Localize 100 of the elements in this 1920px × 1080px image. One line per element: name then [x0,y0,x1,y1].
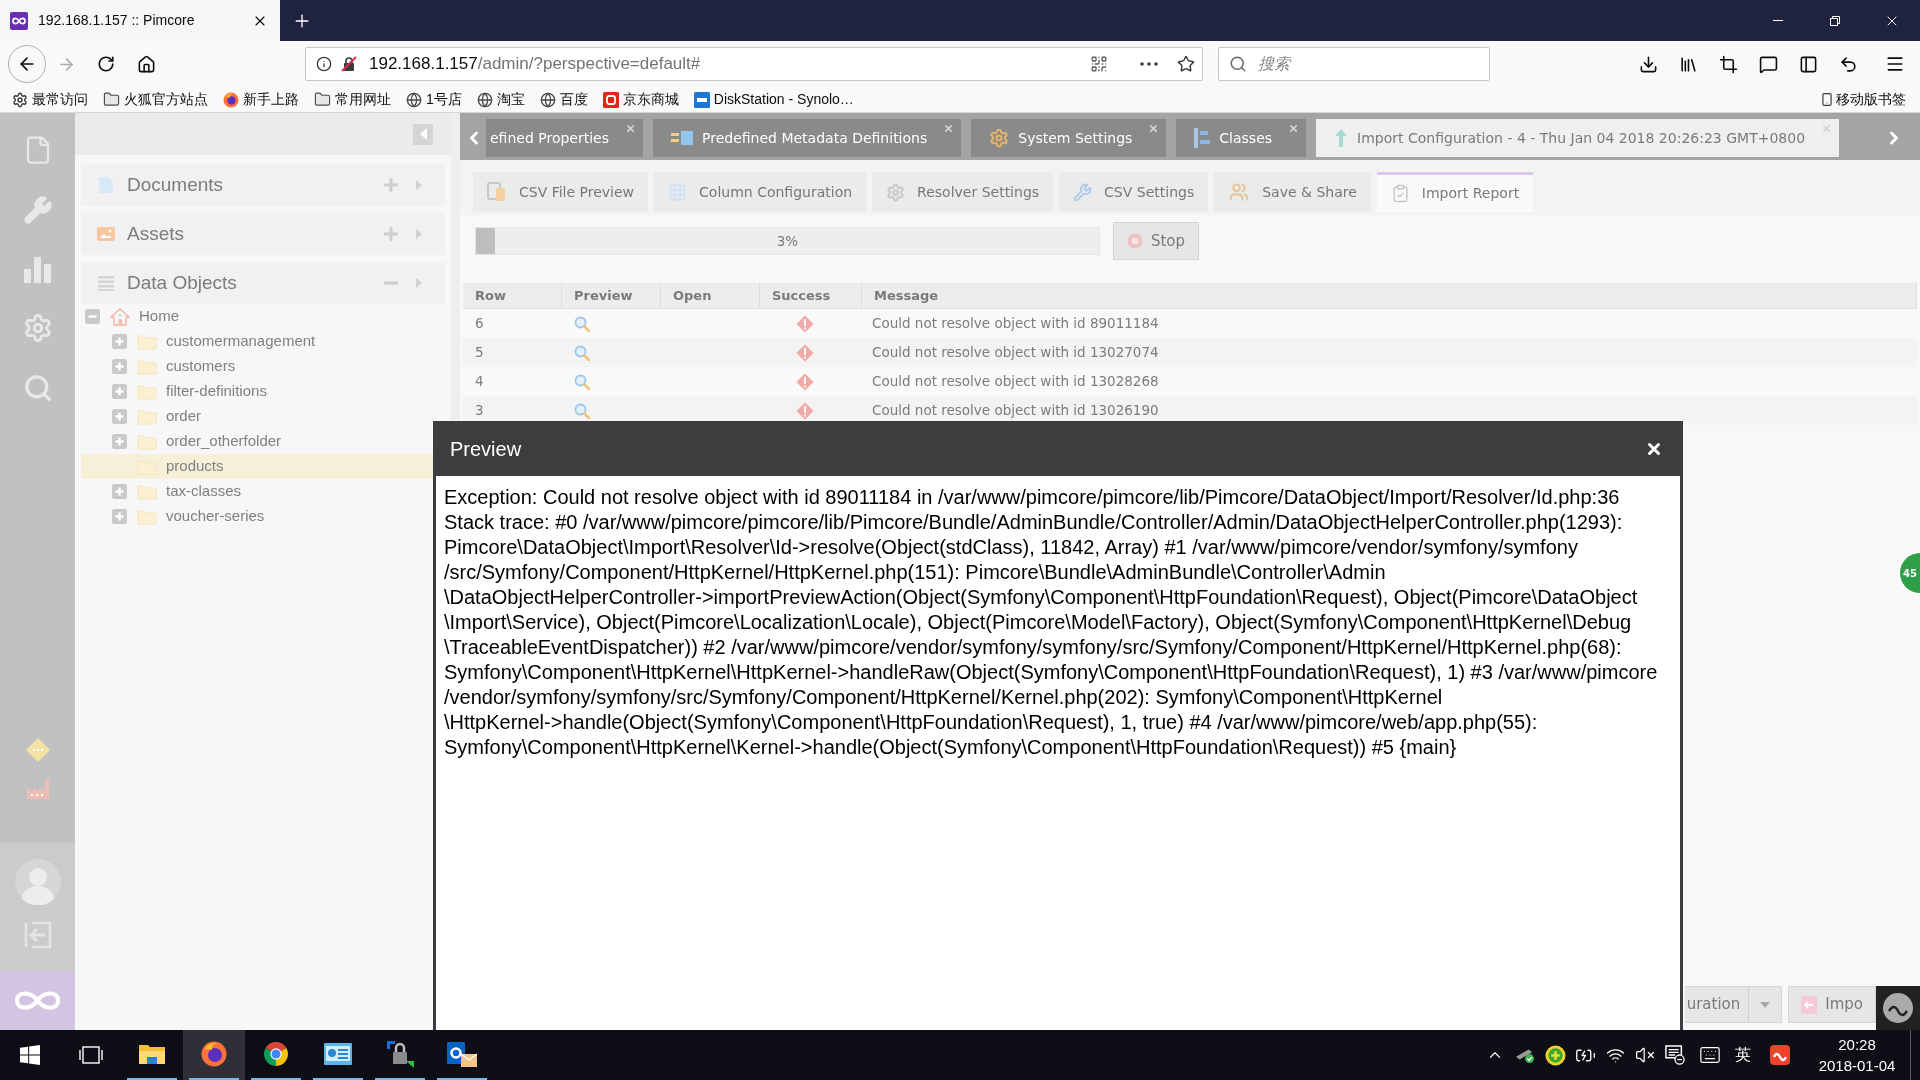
library-icon[interactable] [1678,54,1698,74]
tree-item[interactable]: order [81,404,433,429]
search-icon [1229,55,1247,73]
globe-icon [539,91,556,108]
crossed-lock-icon[interactable] [341,56,357,72]
undo-icon[interactable] [1838,54,1858,74]
tree-item[interactable]: tax-classes [81,479,433,504]
sub-tab[interactable]: Save & Share [1214,172,1371,212]
bookmark-star-icon[interactable] [1177,55,1195,73]
tree-item[interactable]: filter-definitions [81,379,433,404]
bookmark-item[interactable]: 火狐官方站点 [103,89,208,110]
crop-icon[interactable] [1718,54,1738,74]
bookmark-item[interactable]: 百度 [539,89,588,110]
sub-tab[interactable]: CSV Settings [1059,172,1209,212]
hierarchy-icon [1194,128,1211,148]
taskbar-button[interactable] [183,1030,245,1080]
tree-item[interactable]: customermanagement [81,329,433,354]
clock-time[interactable]: 20:28 [1838,1034,1876,1055]
bookmark-item[interactable]: DiskStation - Synolo… [693,89,854,110]
bookmark-item[interactable]: 京东商城 [602,89,679,110]
table-cell-text: 4 [475,372,484,392]
tag-list-icon [671,130,693,146]
stop-button[interactable]: Stop [1113,222,1199,260]
ime-mode[interactable]: 英 [1735,1043,1751,1067]
stop-icon [1126,233,1143,249]
notes-icon[interactable] [1665,1045,1685,1065]
bookmark-item[interactable]: 常用网址 [314,89,391,110]
table-cell-text: 5 [475,343,484,363]
clock-date[interactable]: 2018-01-04 [1818,1055,1896,1076]
folder-icon [137,483,157,500]
address-field[interactable]: 192.168.1.157/admin/?perspective=default# [305,47,1203,81]
import-icon [1801,995,1818,1014]
info-icon[interactable] [316,56,332,72]
folder-icon [137,458,157,475]
import-button[interactable]: Impo [1788,986,1876,1023]
minimize-icon[interactable] [1772,20,1783,21]
bookmark-item[interactable]: 淘宝 [476,89,525,110]
exception-message: Exception: Could not resolve object with id 89011184 in /var/www/pimcore/pimcore/lib/Pimcore/DataObject/Import/Resolver/Id.php:36 Stack trace: #0 /var/www/pimcore/pimcore/lib/Pimcore/Bundle/AdminBundle/Controller/Admin/DataObjectHelperController.php(1293): Pimcore\DataObject\Import\Resolver\Id->resolve(Object(stdClass), 11842, Array) #1 /var/www/pimcore/vendor/symfony/symfony /src/Symfony/Component/HttpKernel/HttpKernel.php(151): Pimcore\Bundle\AdminBundle\Controller\Admin \DataObjectHelperController->importPreviewAction(Object(Symfony\Component\HttpFoundation\Request), Object(Pimcore\DataObject \Import\Service), Object(Pimcore\Localization\Locale), Object(Pimcore\Model\Factory), Object(Symfony\Component\HttpKernel\Debug \TraceableEventDispatcher)) #2 /var/www/pimcore/vendor/symfony/symfony/src/Symfony/Component/HttpKernel/HttpKernel.php(68): Symfony\Component\HttpKernel\HttpKernel->handleRaw(Object(Symfony\Component\HttpFoundation\Request), 1) #3 /var/www/pimcore /vendor/symfony/symfony/src/Symfony/Component/HttpKernel/Kernel.php(202): Symfony\Component\HttpKernel \HttpKernel->handle(Object(Symfony\Component\HttpFoundation\Request), 1, true) #4 /var/www/pimcore/web/app.php(55): Symfony\Component\HttpKernel\Kernel->handle(Object(Symfony\Component\HttpFoundation\Request)) #5 {main} [444,485,1659,760]
folder-icon [137,508,157,525]
start-icon[interactable] [20,1045,40,1065]
mail-icon [447,1040,477,1068]
globe-icon [476,91,493,108]
download-icon[interactable] [1638,54,1658,74]
bookmark-item[interactable]: 最常访问 [12,89,88,110]
bookmark-item[interactable]: 新手上路 [223,89,299,110]
table-cell-text: Could not resolve object with id 13026190 [872,401,1159,421]
folder-icon [137,408,157,425]
table-row[interactable]: 5 Could not resolve object with id 13027074 [463,338,1917,367]
more-icon[interactable] [1140,62,1158,66]
toolbar-logo-icon[interactable] [1876,986,1920,1030]
section-title: Assets [127,221,185,246]
tree-item[interactable]: voucher-series [81,504,433,529]
split-button[interactable]: uration [1684,986,1783,1023]
tree-item[interactable]: Home [81,304,433,329]
folder-icon [137,433,157,450]
column-header[interactable]: Message [862,283,1917,308]
task-view-icon[interactable] [78,1045,103,1065]
bookmark-item[interactable]: 1号店 [406,89,462,110]
ime-logo-icon[interactable] [1770,1045,1790,1065]
house-icon [110,306,130,327]
mute-icon[interactable] [1635,1045,1655,1065]
column-header[interactable]: Preview [562,283,661,308]
tree-item[interactable]: order_otherfolder [81,429,433,454]
reload-icon[interactable] [97,55,115,73]
column-header[interactable]: Success [760,283,862,308]
editor-tab[interactable]: Predefined Metadata Definitions [653,119,962,157]
plus-circle-icon[interactable] [1544,1044,1566,1066]
tree-item[interactable]: products [81,454,433,479]
editor-tab[interactable]: efined Properties [486,119,643,157]
menu-icon[interactable] [1885,54,1905,74]
browser-logo-icon [201,1041,227,1067]
phone-icon [1820,92,1834,107]
round-logo-icon [263,1041,289,1067]
document-phone-icon [487,182,507,202]
column-header[interactable]: Row [463,283,562,308]
padlock-icon [385,1039,415,1069]
people-icon [1228,182,1251,202]
browser-tab[interactable]: 192.168.1.157 :: Pimcore [0,0,280,41]
gear-icon [989,128,1010,148]
home-icon[interactable] [136,54,156,74]
sub-tab[interactable]: Resolver Settings [872,172,1054,212]
folder-icon [138,1042,166,1066]
restore-icon[interactable] [1829,15,1840,26]
editor-tab[interactable]: Classes [1176,119,1307,157]
search-field[interactable]: 搜索 [1218,47,1490,81]
folder-icon [137,333,157,350]
chat-bubble-icon[interactable] [1758,54,1778,74]
sidebar-icon[interactable] [1798,54,1818,74]
editor-tab[interactable]: System Settings [971,119,1167,157]
column-header[interactable]: Open [661,283,760,308]
dialog-title: Preview [450,436,522,462]
tree-item[interactable]: customers [81,354,433,379]
bookmark-item[interactable]: 移动版书签 [1820,89,1906,110]
section-title: Documents [127,172,224,197]
editor-tab[interactable]: Import Configuration - 4 - Thu Jan 04 2018 20:26:23 GMT+0800 [1316,119,1840,157]
table-cell-text: 6 [475,314,484,334]
sub-tab[interactable]: CSV File Preview [473,172,649,212]
qr-code-icon[interactable] [1090,55,1108,73]
sub-tab[interactable]: Import Report [1376,172,1534,212]
sub-tab[interactable]: Column Configuration [654,172,867,212]
